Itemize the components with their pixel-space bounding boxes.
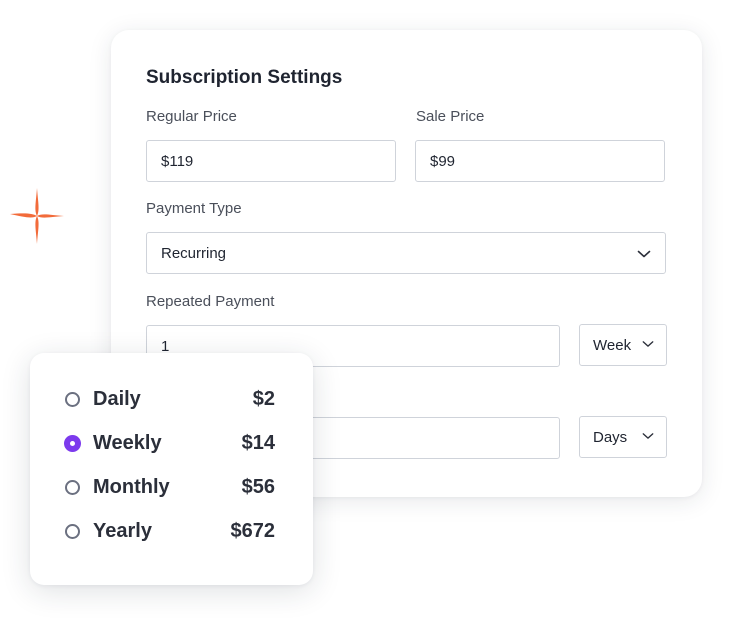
option-yearly[interactable]: Yearly $672 [65, 516, 275, 546]
stage: Subscription Settings Regular Price $119… [0, 0, 732, 621]
option-label: Monthly [93, 475, 170, 498]
option-monthly[interactable]: Monthly $56 [65, 472, 275, 502]
radio-unchecked-icon[interactable] [65, 391, 80, 407]
option-price: $56 [241, 475, 275, 498]
option-price: $672 [230, 519, 276, 542]
sale-price-value: $99 [430, 152, 456, 170]
option-label: Daily [93, 387, 141, 410]
payment-type-value: Recurring [161, 244, 227, 262]
option-label: Weekly [93, 431, 162, 454]
option-price: $2 [252, 387, 275, 410]
regular-price-value: $119 [161, 152, 194, 170]
repeated-payment-label: Repeated Payment [146, 293, 275, 310]
regular-price-input[interactable]: $119 [146, 140, 396, 182]
option-price: $14 [241, 431, 275, 454]
option-label: Yearly [93, 519, 152, 542]
regular-price-label: Regular Price [146, 108, 237, 125]
sale-price-input[interactable]: $99 [415, 140, 665, 182]
radio-unchecked-icon[interactable] [65, 523, 80, 539]
sale-price-label: Sale Price [416, 108, 485, 125]
chevron-down-icon [642, 433, 654, 439]
option-daily[interactable]: Daily $2 [65, 384, 275, 414]
chevron-down-icon [642, 341, 654, 347]
payment-type-label: Payment Type [146, 200, 242, 217]
chevron-down-icon [637, 250, 651, 258]
repeated-payment-value: 1 [161, 337, 170, 355]
payment-type-select[interactable]: Recurring [146, 232, 666, 274]
billing-frequency-popup: Daily $2 Weekly $14 Monthly $56 Yearly $… [30, 353, 313, 585]
radio-unchecked-icon[interactable] [65, 479, 80, 495]
option-weekly[interactable]: Weekly $14 [64, 428, 275, 458]
card-title: Subscription Settings [146, 67, 343, 88]
days-unit-value: Days [593, 428, 628, 446]
sparkle-icon [10, 188, 64, 244]
repeated-payment-unit-value: Week [593, 336, 632, 354]
days-unit-select[interactable]: Days [579, 416, 667, 458]
radio-checked-icon[interactable] [64, 434, 81, 452]
repeated-payment-unit-select[interactable]: Week [579, 324, 667, 366]
